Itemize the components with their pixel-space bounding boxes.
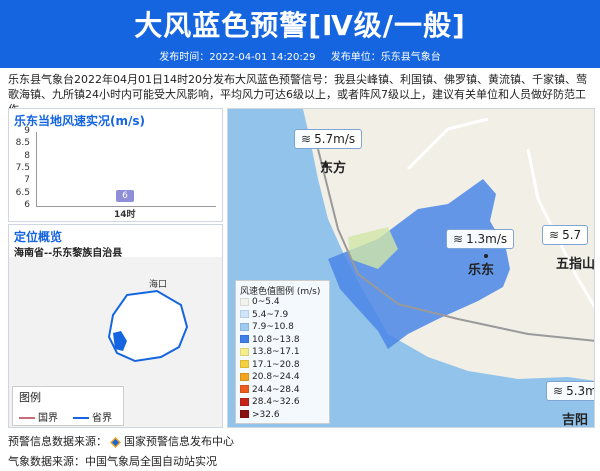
color-swatch bbox=[240, 397, 249, 406]
color-legend-row: 28.4~32.6 bbox=[240, 397, 300, 407]
header-banner: 大风蓝色预警[Ⅳ级/一般] 发布时间：2022-04-01 14:20:29 发… bbox=[0, 0, 600, 68]
color-swatch bbox=[240, 347, 249, 356]
publisher: 发布单位：乐东县气象台 bbox=[330, 52, 441, 63]
color-legend-label: 13.8~17.1 bbox=[252, 347, 300, 357]
y-tick-label: 6 bbox=[24, 200, 30, 210]
color-legend-row: 24.4~28.4 bbox=[240, 385, 300, 395]
color-legend-label: 28.4~32.6 bbox=[252, 397, 300, 407]
x-tick-label: 14时 bbox=[114, 210, 136, 220]
city-dot-dongfang bbox=[324, 163, 328, 167]
legend-item-provincial-border: 省界 bbox=[73, 409, 112, 424]
city-jiyang[interactable]: 吉阳 bbox=[562, 409, 588, 427]
color-legend-row: 17.1~20.8 bbox=[240, 360, 300, 370]
color-legend-label: >32.6 bbox=[252, 409, 280, 420]
color-legend-row: 10.8~13.8 bbox=[240, 335, 300, 345]
color-swatch bbox=[240, 385, 249, 393]
bar-data-label: 6 bbox=[116, 190, 134, 202]
legend-title: 图例 bbox=[19, 391, 41, 404]
publish-time: 发布时间：2022-04-01 14:20:29 bbox=[159, 52, 316, 63]
color-legend-row: 13.8~17.1 bbox=[240, 347, 300, 357]
warning-source-line: 预警信息数据来源： 国家预警信息发布中心 bbox=[8, 435, 234, 448]
y-tick-label: 6.5 bbox=[15, 187, 30, 198]
color-swatch bbox=[240, 310, 249, 318]
color-legend-label: 20.8~24.4 bbox=[252, 372, 300, 382]
y-tick-label: 7.5 bbox=[15, 163, 30, 173]
color-legend-label: 17.1~20.8 bbox=[252, 359, 300, 370]
y-tick-label: 7 bbox=[24, 175, 30, 186]
color-swatch bbox=[240, 360, 249, 368]
wind-label-ledong[interactable]: ≋ 1.3m/s bbox=[446, 229, 515, 249]
national-border-line-icon bbox=[19, 417, 35, 419]
wind-icon: ≋ bbox=[301, 132, 312, 146]
city-dot-ledong bbox=[484, 254, 488, 258]
wind-speed-color-legend: 风速色值图例 (m/s) 0~5.4 5.4~7.9 7.9~10.8 10.8~13… bbox=[235, 280, 330, 424]
city-wuzhishan[interactable]: 五指山 bbox=[556, 253, 594, 272]
y-axis bbox=[36, 132, 37, 206]
y-tick-label: 8 bbox=[24, 150, 30, 161]
wind-icon: ≋ bbox=[549, 228, 560, 242]
wind-label-jiyang[interactable]: ≋ 5.3m bbox=[546, 381, 594, 401]
road-north bbox=[406, 117, 489, 171]
color-swatch bbox=[240, 322, 249, 331]
page-title: 大风蓝色预警[Ⅳ级/一般] bbox=[134, 9, 466, 42]
color-legend-title: 风速色值图例 (m/s) bbox=[240, 287, 321, 297]
y-tick-label: 8.5 bbox=[15, 138, 30, 149]
warning-center-logo-icon bbox=[110, 436, 121, 448]
color-swatch bbox=[240, 372, 249, 381]
wind-label-dongfang[interactable]: ≋ 5.7m/s bbox=[294, 129, 363, 149]
color-legend-row: 0~5.4 bbox=[240, 297, 280, 307]
color-legend-row: >32.6 bbox=[240, 410, 280, 420]
color-swatch bbox=[240, 335, 249, 343]
color-swatch bbox=[240, 410, 249, 418]
color-legend-label: 10.8~13.8 bbox=[252, 334, 300, 345]
publish-meta: 发布时间：2022-04-01 14:20:29 发布单位：乐东县气象台 bbox=[0, 48, 600, 63]
wind-label-wuzhishan[interactable]: ≋ 5.7 bbox=[542, 225, 589, 245]
legend-item-national-border: 国界 bbox=[19, 409, 58, 424]
y-tick-label: 9 bbox=[24, 126, 30, 136]
color-legend-row: 5.4~7.9 bbox=[240, 310, 288, 320]
color-swatch bbox=[240, 297, 249, 306]
provincial-border-line-icon bbox=[73, 417, 89, 419]
city-ledong[interactable]: 乐东 bbox=[468, 259, 494, 278]
color-legend-row: 7.9~10.8 bbox=[240, 322, 294, 332]
color-legend-label: 5.4~7.9 bbox=[252, 309, 289, 320]
weather-source-line: 气象数据来源：中国气象局全国自动站实况 bbox=[8, 455, 217, 468]
color-legend-label: 7.9~10.8 bbox=[252, 322, 294, 332]
color-legend-label: 0~5.4 bbox=[252, 297, 280, 307]
wind-icon: ≋ bbox=[453, 232, 464, 246]
haikou-label: 海口 bbox=[149, 278, 167, 290]
color-legend-row: 20.8~24.4 bbox=[240, 372, 300, 382]
overview-legend: 图例 国界 省界 bbox=[12, 386, 124, 426]
warning-source[interactable]: 国家预警信息发布中心 bbox=[124, 435, 234, 448]
wind-panel-title: 乐东当地风速实况(m/s) bbox=[14, 114, 145, 128]
wind-icon: ≋ bbox=[553, 384, 564, 398]
wind-speed-panel: 乐东当地风速实况(m/s) bbox=[8, 108, 223, 222]
color-legend-label: 24.4~28.4 bbox=[252, 384, 300, 395]
